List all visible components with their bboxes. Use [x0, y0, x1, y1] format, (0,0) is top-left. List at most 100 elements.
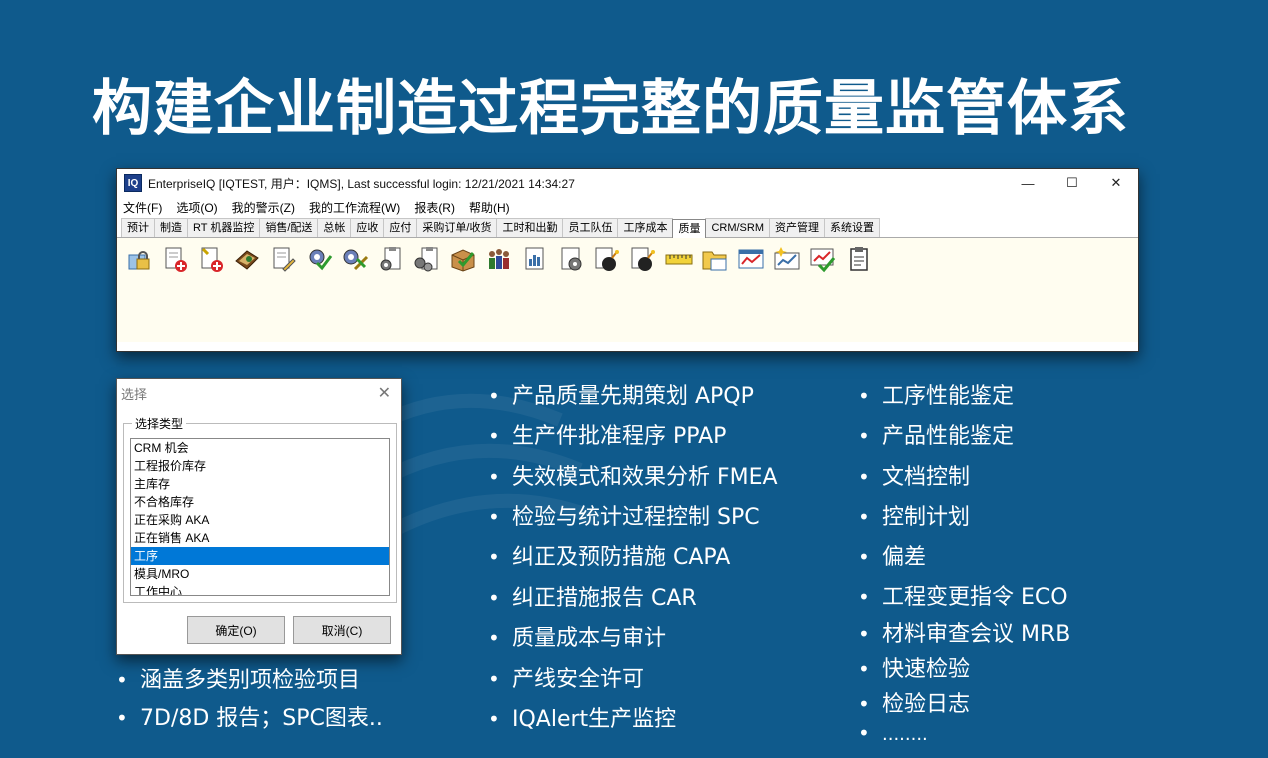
bullet-item: • 纠正及预防措施 CAPA: [488, 539, 730, 571]
chart-window-icon[interactable]: [735, 244, 767, 274]
bullet-glyph: •: [116, 668, 128, 692]
clipboard-icon[interactable]: [843, 244, 875, 274]
book-icon[interactable]: [231, 244, 263, 274]
doc-add-icon[interactable]: [195, 244, 227, 274]
bullet-item: • 产品质量先期策划 APQP: [488, 378, 754, 410]
box-check-icon[interactable]: [447, 244, 479, 274]
bullet-item: •........: [858, 721, 928, 745]
list-item[interactable]: 工作中心: [131, 583, 389, 595]
bullet-glyph: •: [858, 545, 870, 569]
bomb-icon[interactable]: [591, 244, 623, 274]
tab-crm-srm[interactable]: CRM/SRM: [705, 218, 771, 237]
ok-button[interactable]: 确定(O): [187, 616, 285, 644]
bullet-text: 偏差: [882, 545, 927, 570]
tab-process-cost[interactable]: 工序成本: [617, 218, 674, 237]
folder-icon[interactable]: [699, 244, 731, 274]
menu-file[interactable]: 文件(F): [123, 199, 162, 216]
bullet-item: • IQAlert生产监控: [488, 701, 676, 733]
chart-doc-icon[interactable]: [519, 244, 551, 274]
bullet-item: • 质量成本与审计: [488, 620, 666, 652]
list-item[interactable]: 不合格库存: [131, 493, 389, 511]
select-dialog: 选择 ✕ 选择类型 CRM 机会 工程报价库存 主库存 不合格库存 正在采购 A…: [116, 378, 402, 655]
bullet-item: • 检验与统计过程控制 SPC: [488, 499, 760, 531]
list-item[interactable]: 主库存: [131, 475, 389, 493]
type-listbox[interactable]: CRM 机会 工程报价库存 主库存 不合格库存 正在采购 AKA 正在销售 AK…: [130, 438, 390, 596]
bullet-glyph: •: [488, 626, 500, 650]
bullet-glyph: •: [858, 657, 870, 681]
bullet-text: 生产件批准程序 PPAP: [512, 424, 727, 449]
chart-check-icon[interactable]: [807, 244, 839, 274]
bullet-text: IQAlert生产监控: [512, 707, 677, 732]
tab-manufacturing[interactable]: 制造: [154, 218, 188, 237]
bullet-item: • 文档控制: [858, 459, 970, 491]
bullet-text: 纠正措施报告 CAR: [512, 586, 697, 611]
bomb-icon[interactable]: [627, 244, 659, 274]
tab-system-settings[interactable]: 系统设置: [824, 218, 881, 237]
tab-sales[interactable]: 销售/配送: [259, 218, 319, 237]
list-item-selected[interactable]: 工序: [131, 547, 389, 565]
gear-check-icon[interactable]: [303, 244, 335, 274]
tab-rt-monitor[interactable]: RT 机器监控: [187, 218, 261, 237]
bullet-glyph: •: [858, 505, 870, 529]
tab-asset-mgmt[interactable]: 资产管理: [769, 218, 826, 237]
list-item[interactable]: 工程报价库存: [131, 457, 389, 475]
menu-reports[interactable]: 报表(R): [414, 199, 455, 216]
tab-general-ledger[interactable]: 总帐: [317, 218, 352, 237]
bullet-text: 材料审查会议 MRB: [882, 622, 1071, 647]
tab-purchasing[interactable]: 采购订单/收货: [416, 218, 498, 237]
lock-doc-icon[interactable]: [123, 244, 155, 274]
bullet-glyph: •: [858, 721, 870, 745]
ruler-icon[interactable]: [663, 244, 695, 274]
bullet-text: 检验与统计过程控制 SPC: [512, 505, 760, 530]
people-icon[interactable]: [483, 244, 515, 274]
bullet-text: 工程变更指令 ECO: [882, 585, 1068, 610]
minimize-button[interactable]: —: [1006, 169, 1050, 197]
menu-workflow[interactable]: 我的工作流程(W): [309, 199, 400, 216]
close-button[interactable]: ✕: [1094, 169, 1138, 197]
dialog-close-icon[interactable]: ✕: [378, 383, 391, 403]
menu-help[interactable]: 帮助(H): [469, 199, 510, 216]
list-item[interactable]: CRM 机会: [131, 439, 389, 457]
bullet-item: • 检验日志: [858, 686, 970, 718]
tab-forecast[interactable]: 预计: [121, 218, 155, 237]
maximize-button[interactable]: ☐: [1050, 169, 1094, 197]
doc-edit-icon[interactable]: [267, 244, 299, 274]
dialog-title: 选择: [121, 386, 148, 402]
bullet-glyph: •: [488, 384, 500, 408]
tab-receivables[interactable]: 应收: [350, 218, 385, 237]
cancel-button[interactable]: 取消(C): [293, 616, 391, 644]
group-label: 选择类型: [132, 415, 187, 432]
doc-add-icon[interactable]: [159, 244, 191, 274]
gear-tools-icon[interactable]: [339, 244, 371, 274]
tab-time-attendance[interactable]: 工时和出勤: [496, 218, 564, 237]
gear-doc-icon[interactable]: [555, 244, 587, 274]
list-item[interactable]: 正在销售 AKA: [131, 529, 389, 547]
bullet-glyph: •: [488, 505, 500, 529]
app-window: IQ EnterpriseIQ [IQTEST, 用户：IQMS], Last …: [116, 168, 1139, 352]
bullet-glyph: •: [488, 424, 500, 448]
menu-alerts[interactable]: 我的警示(Z): [232, 199, 295, 216]
bullet-glyph: •: [858, 622, 870, 646]
bullet-text: 快速检验: [882, 657, 971, 682]
bullet-glyph: •: [116, 706, 128, 730]
list-item[interactable]: 模具/MRO: [131, 565, 389, 583]
bullet-glyph: •: [858, 585, 870, 609]
bullet-item: • 产品性能鉴定: [858, 418, 1014, 450]
clipboard-gears-icon[interactable]: [411, 244, 443, 274]
bullet-item: • 工程变更指令 ECO: [858, 579, 1068, 611]
list-item[interactable]: 正在采购 AKA: [131, 511, 389, 529]
bullet-item: • 快速检验: [858, 651, 970, 683]
clipboard-gear-icon[interactable]: [375, 244, 407, 274]
tab-workforce[interactable]: 员工队伍: [562, 218, 619, 237]
quality-toolbar: [117, 238, 1138, 342]
menu-options[interactable]: 选项(O): [176, 199, 217, 216]
bullet-item: • 产线安全许可: [488, 661, 644, 693]
tab-payables[interactable]: 应付: [383, 218, 418, 237]
bullet-glyph: •: [858, 424, 870, 448]
module-tabs: 预计 制造 RT 机器监控 销售/配送 总帐 应收 应付 采购订单/收货 工时和…: [117, 217, 1138, 238]
bullet-text: 产线安全许可: [512, 667, 645, 692]
tab-quality[interactable]: 质量: [672, 219, 707, 238]
bullet-text: 质量成本与审计: [512, 626, 667, 651]
app-logo-icon: IQ: [124, 174, 142, 192]
chart-spark-icon[interactable]: [771, 244, 803, 274]
